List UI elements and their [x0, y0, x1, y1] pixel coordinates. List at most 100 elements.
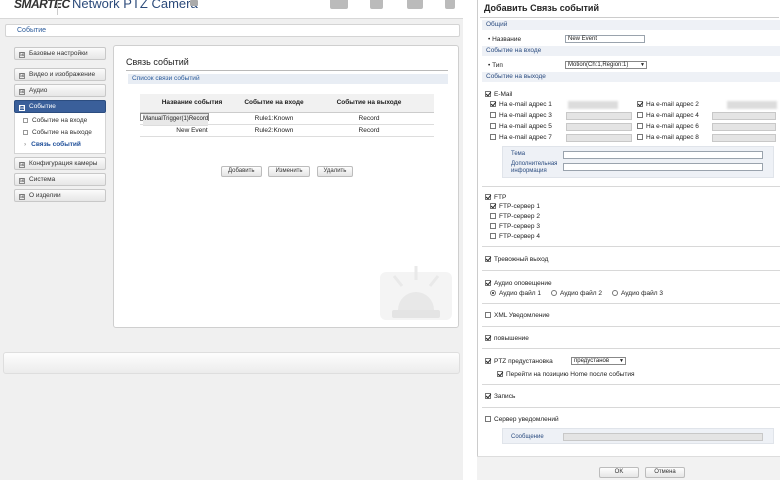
email-address-1-checkbox[interactable]	[490, 101, 496, 107]
sidebar-item-system[interactable]: ⊞ Система	[14, 173, 106, 186]
ftp-server-1-option[interactable]: FTP-сервер 1	[490, 203, 540, 210]
email-address-5-checkbox[interactable]	[490, 123, 496, 129]
email-address-3-option[interactable]: На e-mail адрес 3	[490, 112, 552, 119]
email-address-8-input[interactable]	[712, 134, 776, 142]
ftp-server-3-checkbox[interactable]	[490, 223, 496, 229]
ftp-server-3-option[interactable]: FTP-сервер 3	[490, 223, 540, 230]
sidebar-item-video[interactable]: ⊞ Видео и изображение	[14, 68, 106, 81]
audio-file-2-radio[interactable]	[551, 290, 557, 296]
audio-file-3-radio[interactable]	[612, 290, 618, 296]
sidebar-item-label: Аудио	[29, 87, 48, 94]
extra-info-label-2: информация	[511, 168, 547, 174]
ftp-server-1-label: FTP-сервер 1	[499, 203, 540, 210]
divider	[482, 270, 780, 271]
email-address-5-input[interactable]	[566, 123, 632, 131]
ptz-preset-checkbox[interactable]	[485, 358, 491, 364]
sidebar-item-audio[interactable]: ⊞ Аудио	[14, 84, 106, 97]
email-address-6-option[interactable]: На e-mail адрес 6	[637, 123, 699, 130]
subnav-item-event-input[interactable]: Событие на входе	[23, 115, 105, 127]
table-row[interactable]: New Event Rule2:Known Record	[140, 124, 434, 137]
rotate-option[interactable]: повышение	[485, 335, 529, 342]
user-settings-icon[interactable]	[407, 0, 423, 9]
expand-icon: ⊞	[19, 52, 25, 58]
delete-button[interactable]: Удалить	[316, 166, 354, 177]
message-input[interactable]	[563, 433, 763, 441]
audio-alert-checkbox[interactable]	[485, 280, 491, 286]
sidebar-item-basic-settings[interactable]: ⊞ Базовые настройки	[14, 47, 106, 60]
email-address-5-option[interactable]: На e-mail адрес 5	[490, 123, 552, 130]
notify-server-label: Сервер уведомлений	[494, 416, 559, 423]
ftp-option[interactable]: FTP	[485, 194, 506, 201]
ok-button[interactable]: OK	[599, 467, 639, 478]
notify-server-checkbox[interactable]	[485, 416, 491, 422]
ftp-checkbox[interactable]	[485, 194, 491, 200]
email-address-7-checkbox[interactable]	[490, 134, 496, 140]
table-cell: Rule2:Known	[244, 124, 304, 137]
cancel-button[interactable]: Отмена	[645, 467, 685, 478]
subject-input[interactable]	[563, 151, 763, 159]
name-input[interactable]: New Event	[565, 35, 645, 43]
rotate-checkbox[interactable]	[485, 335, 491, 341]
audio-file-2-option[interactable]: Аудио файл 2	[551, 290, 602, 297]
extra-info-input[interactable]	[563, 163, 763, 171]
email-address-4-checkbox[interactable]	[637, 112, 643, 118]
playback-icon[interactable]	[370, 0, 383, 9]
sidebar-item-event[interactable]: ⊟ Событие	[14, 100, 106, 113]
ptz-preset-option[interactable]: PTZ предустановка	[485, 358, 553, 365]
ftp-server-4-checkbox[interactable]	[490, 233, 496, 239]
xml-notification-option[interactable]: XML Уведомление	[485, 312, 550, 319]
go-home-checkbox[interactable]	[497, 371, 503, 377]
email-address-4-input[interactable]	[712, 112, 776, 120]
email-address-3-checkbox[interactable]	[490, 112, 496, 118]
sidebar-item-camera-config[interactable]: ⊞ Конфигурация камеры	[14, 157, 106, 170]
name-label: • Название	[488, 36, 522, 43]
live-view-icon[interactable]	[330, 0, 348, 9]
dialog-button-bar: OK Отмена	[477, 456, 780, 480]
alarm-output-option[interactable]: Тревожный выход	[485, 256, 548, 263]
email-address-2-option[interactable]: На e-mail адрес 2	[637, 101, 699, 108]
alarm-output-label: Тревожный выход	[494, 256, 549, 263]
email-address-7-option[interactable]: На e-mail адрес 7	[490, 134, 552, 141]
ptz-preset-value: предустанов	[574, 358, 610, 364]
email-checkbox[interactable]	[485, 91, 491, 97]
alarm-output-checkbox[interactable]	[485, 256, 491, 262]
logout-icon[interactable]	[445, 0, 455, 9]
type-select[interactable]: Motion(Ch:1,Region:1) ▼	[565, 61, 647, 69]
ftp-server-4-option[interactable]: FTP-сервер 4	[490, 233, 540, 240]
audio-file-1-radio[interactable]	[490, 290, 496, 296]
ptz-preset-select[interactable]: предустанов ▼	[571, 357, 626, 365]
divider	[482, 246, 780, 247]
sidebar-item-about[interactable]: ⊞ О изделии	[14, 189, 106, 202]
email-option[interactable]: E-Mail	[485, 91, 512, 98]
table-row[interactable]: Manual Trigger(1) Record	[140, 112, 210, 126]
subnav-item-event-link[interactable]: › Связь событий	[23, 139, 105, 151]
audio-alert-option[interactable]: Аудио оповещение	[485, 280, 552, 287]
email-address-7-input[interactable]	[566, 134, 632, 142]
email-address-4-option[interactable]: На e-mail адрес 4	[637, 112, 699, 119]
add-button[interactable]: Добавить	[221, 166, 262, 177]
notify-server-option[interactable]: Сервер уведомлений	[485, 416, 559, 423]
email-address-8-option[interactable]: На e-mail адрес 8	[637, 134, 699, 141]
ftp-server-1-checkbox[interactable]	[490, 203, 496, 209]
record-checkbox[interactable]	[485, 393, 491, 399]
audio-file-1-option[interactable]: Аудио файл 1	[490, 290, 541, 297]
audio-file-3-option[interactable]: Аудио файл 3	[612, 290, 663, 297]
sidebar-item-label: Событие	[29, 103, 56, 110]
product-badge-icon	[190, 0, 198, 6]
email-address-6-input[interactable]	[712, 123, 776, 131]
email-address-8-checkbox[interactable]	[637, 134, 643, 140]
email-address-3-input[interactable]	[566, 112, 632, 120]
edit-button[interactable]: Изменить	[268, 166, 310, 177]
subnav-item-event-output[interactable]: Событие на выходе	[23, 127, 105, 139]
go-home-option[interactable]: Перейти на позицию Home после события	[497, 371, 634, 378]
notify-message-box: Сообщение	[502, 428, 774, 444]
xml-notification-checkbox[interactable]	[485, 312, 491, 318]
email-address-1-option[interactable]: На e-mail адрес 1	[490, 101, 552, 108]
email-address-6-checkbox[interactable]	[637, 123, 643, 129]
divider	[482, 407, 780, 408]
ftp-server-2-checkbox[interactable]	[490, 213, 496, 219]
email-address-2-checkbox[interactable]	[637, 101, 643, 107]
record-option[interactable]: Запись	[485, 393, 515, 400]
ftp-server-2-option[interactable]: FTP-сервер 2	[490, 213, 540, 220]
table-cell: Record	[304, 112, 434, 125]
